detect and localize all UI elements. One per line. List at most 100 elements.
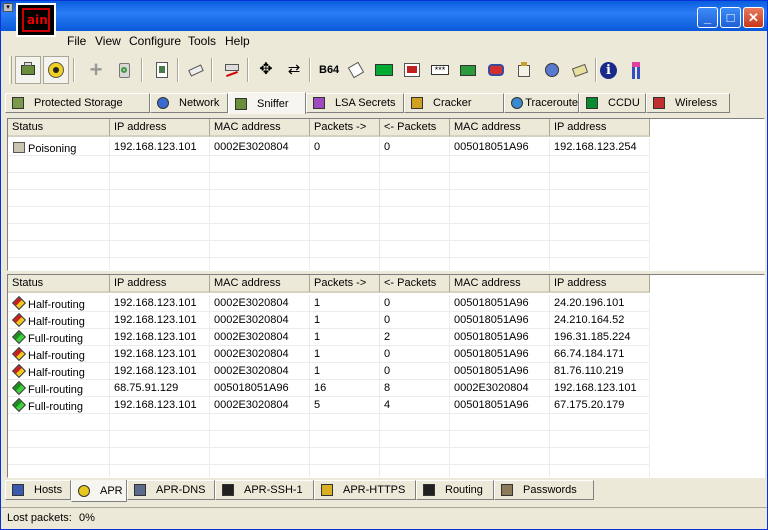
apr-upper-list[interactable]: Status IP address MAC address Packets -> <- … [7, 118, 765, 271]
bottom-tab-routing[interactable]: Routing [416, 480, 494, 500]
tab-network[interactable]: Network [150, 93, 228, 113]
column-header-ip-address[interactable]: IP address [550, 275, 650, 293]
tab-sniffer[interactable]: Sniffer [228, 92, 306, 114]
column-header-mac-address[interactable]: MAC address [210, 275, 310, 293]
column-header-packets-[interactable]: Packets -> [310, 119, 380, 137]
bottom-tab-hosts[interactable]: Hosts [5, 480, 71, 500]
hosts-computer-icon [10, 482, 26, 498]
column-header-ip-address[interactable]: IP address [550, 119, 650, 137]
bottom-tab-apr[interactable]: APR [71, 480, 127, 502]
cell-packets-: 1 [310, 363, 380, 380]
menu-view[interactable]: View [95, 34, 121, 48]
tab-cracker[interactable]: Cracker [404, 93, 504, 113]
tab-label: Passwords [523, 484, 577, 496]
radiation-icon [47, 61, 65, 79]
cell-ip-address: 196.31.185.224 [550, 329, 650, 346]
tab-traceroute[interactable]: Traceroute [504, 93, 579, 113]
start-sniffer-button[interactable] [15, 56, 41, 84]
eraser-button[interactable] [183, 56, 209, 84]
column-header-packets-[interactable]: Packets -> [310, 275, 380, 293]
apr-lower-list[interactable]: Status IP address MAC address Packets -> <- … [7, 274, 765, 478]
maximize-button[interactable]: □ [720, 7, 741, 28]
notes-button[interactable] [567, 56, 593, 84]
empty-cell [550, 448, 650, 465]
column-header-mac-address[interactable]: MAC address [210, 119, 310, 137]
empty-cell [380, 224, 450, 241]
column-header-mac-address[interactable]: MAC address [450, 275, 550, 293]
menu-help[interactable]: Help [225, 34, 250, 48]
cell-ip-address: 24.210.164.52 [550, 312, 650, 329]
table-row[interactable]: Full-routing 192.168.123.101 0002E3020804 1… [8, 329, 650, 346]
minimize-button[interactable]: _ [697, 7, 718, 28]
menu-file[interactable]: File [67, 34, 86, 48]
title-bar[interactable]: ▾ _ □ ✕ [1, 1, 767, 31]
box-icon [515, 61, 533, 79]
add-to-list-button[interactable]: + [83, 56, 109, 84]
table-row[interactable]: Full-routing 68.75.91.129 005018051A96 16 8 0… [8, 380, 650, 397]
empty-cell [550, 258, 650, 270]
column-header-mac-address[interactable]: MAC address [450, 119, 550, 137]
credentials-button[interactable] [455, 56, 481, 84]
swap-button[interactable]: ⇄ [281, 56, 307, 84]
rsa-token-button[interactable] [483, 56, 509, 84]
rc-decoder-button[interactable] [399, 56, 425, 84]
help-button[interactable] [623, 56, 649, 84]
table-row[interactable]: Half-routing 192.168.123.101 0002E3020804 1… [8, 346, 650, 363]
table-row[interactable]: Half-routing 192.168.123.101 0002E3020804 1… [8, 295, 650, 312]
column-header-ip-address[interactable]: IP address [110, 119, 210, 137]
box-revelation-button[interactable] [511, 56, 537, 84]
cell--packets: 0 [380, 295, 450, 312]
table-row[interactable]: Half-routing 192.168.123.101 0002E3020804 1… [8, 363, 650, 380]
tab-lsa-secrets[interactable]: LSA Secrets [306, 93, 404, 113]
tab-wireless[interactable]: Wireless [646, 93, 730, 113]
menu-tools[interactable]: Tools [188, 34, 216, 48]
system-menu-icon[interactable]: ▾ [3, 3, 13, 12]
remove-button[interactable] [111, 56, 137, 84]
table-row[interactable]: Full-routing 192.168.123.101 0002E3020804 5… [8, 397, 650, 414]
empty-cell [550, 173, 650, 190]
column-header-status[interactable]: Status [8, 119, 110, 137]
cell--packets: 0 [380, 139, 450, 156]
about-button[interactable]: i [595, 56, 621, 84]
bottom-tab-apr-ssh-1[interactable]: APR-SSH-1 [215, 480, 314, 500]
cell-status: Full-routing [8, 380, 110, 397]
password-revealer-button[interactable]: *** [427, 56, 453, 84]
base64-button[interactable]: B64 [315, 56, 341, 84]
cell--packets: 8 [380, 380, 450, 397]
toolbar-grip[interactable] [9, 56, 12, 84]
cell-ip-address: 192.168.123.101 [110, 139, 210, 156]
cell-mac-address: 005018051A96 [210, 380, 310, 397]
empty-cell [450, 207, 550, 224]
table-row[interactable]: Poisoning 192.168.123.101 0002E3020804 0 0 00… [8, 139, 650, 156]
traceroute-button[interactable] [219, 56, 245, 84]
base64-icon: B64 [319, 64, 340, 76]
start-apr-button[interactable] [43, 56, 69, 84]
move-arrows-icon: ✥ [259, 61, 273, 78]
cell-ip-address: 192.168.123.101 [110, 312, 210, 329]
empty-cell [380, 190, 450, 207]
lost-packets-value: 0% [79, 512, 95, 524]
empty-cell [8, 207, 110, 224]
tab-protected-storage[interactable]: Protected Storage [5, 93, 150, 113]
empty-cell [380, 207, 450, 224]
column-header--packets[interactable]: <- Packets [380, 275, 450, 293]
bottom-tab-apr-https[interactable]: APR-HTTPS [314, 480, 416, 500]
clear-list-button[interactable] [149, 56, 175, 84]
move-button[interactable]: ✥ [253, 56, 279, 84]
column-header--packets[interactable]: <- Packets [380, 119, 450, 137]
bottom-tab-passwords[interactable]: Passwords [494, 480, 594, 500]
column-header-ip-address[interactable]: IP address [110, 275, 210, 293]
wireless-scanner-button[interactable] [539, 56, 565, 84]
cell-status: Half-routing [8, 295, 110, 312]
hash-calculator-button[interactable] [343, 56, 369, 84]
table-row[interactable]: Half-routing 192.168.123.101 0002E3020804 1… [8, 312, 650, 329]
tab-ccdu[interactable]: CCDU [579, 93, 646, 113]
network-monitor-button[interactable] [371, 56, 397, 84]
empty-cell [210, 173, 310, 190]
eraser-icon [187, 61, 205, 79]
close-button[interactable]: ✕ [743, 7, 764, 28]
bottom-tab-apr-dns[interactable]: APR-DNS [127, 480, 215, 500]
column-header-status[interactable]: Status [8, 275, 110, 293]
menu-configure[interactable]: Configure [129, 34, 181, 48]
empty-cell [550, 431, 650, 448]
